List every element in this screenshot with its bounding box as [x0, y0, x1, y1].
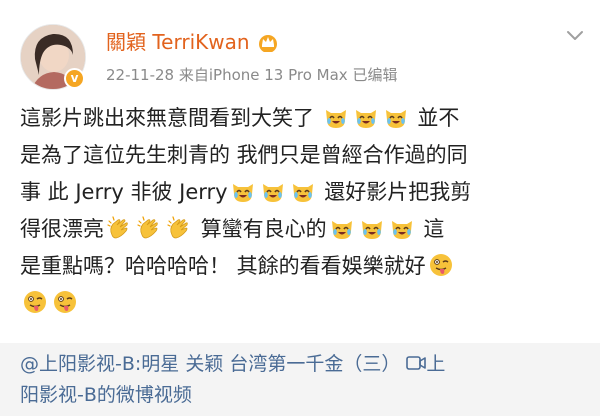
laughing-cat-emoji-icon [353, 104, 379, 130]
clapping-hands-emoji-icon [136, 215, 162, 241]
shared-link-text[interactable]: 上 [426, 353, 445, 375]
weibo-post-page: v 關穎 TerriKwan 22-11-28 来自iPhone 13 Pro … [0, 0, 600, 416]
laughing-cat-emoji-icon [290, 178, 316, 204]
content-text: 算蠻有良心的 [200, 217, 327, 241]
content-text: 並不 [417, 106, 460, 130]
post-content: 這影片跳出來無意間看到大笑了 並不 是為了這位先生刺青的 我們只是曾經合作過的同… [20, 100, 588, 322]
content-text: 得很漂亮 [20, 217, 104, 241]
laughing-cat-emoji-icon [389, 215, 415, 241]
username-row: 關穎 TerriKwan [106, 28, 280, 56]
chevron-down-icon[interactable] [564, 24, 586, 46]
laughing-cat-emoji-icon [329, 215, 355, 241]
winking-tongue-emoji-icon [22, 289, 48, 315]
post-meta: 22-11-28 来自iPhone 13 Pro Max 已编辑 [106, 66, 398, 84]
content-text: 是重點嗎？哈哈哈哈！ 其餘的看看娛樂就好 [20, 254, 426, 278]
winking-tongue-emoji-icon [428, 252, 454, 278]
laughing-cat-emoji-icon [260, 178, 286, 204]
content-text: 還好影片把我剪 [324, 180, 472, 204]
shared-link-line: @上阳影视-B:明星 关颖 台湾第一千金（三） 上 [20, 349, 580, 380]
video-icon [406, 351, 427, 370]
content-text: 是為了這位先生刺青的 我們只是曾經合作過的同 [20, 143, 468, 167]
post-header: v 關穎 TerriKwan 22-11-28 来自iPhone 13 Pro … [0, 0, 600, 95]
clapping-hands-emoji-icon [166, 215, 192, 241]
laughing-cat-emoji-icon [359, 215, 385, 241]
content-text: 這 [423, 217, 445, 241]
laughing-cat-emoji-icon [383, 104, 409, 130]
clapping-hands-emoji-icon [106, 215, 132, 241]
winking-tongue-emoji-icon [52, 289, 78, 315]
laughing-cat-emoji-icon [230, 178, 256, 204]
verified-badge-icon: v [64, 68, 85, 89]
crown-icon [256, 32, 280, 53]
username[interactable]: 關穎 TerriKwan [106, 28, 250, 56]
content-text: 事 此 Jerry 非彼 Jerry [20, 180, 228, 204]
shared-link-line: 阳影视-B的微博视频 [20, 380, 580, 411]
content-text: 這影片跳出來無意間看到大笑了 [20, 106, 314, 130]
shared-video-link[interactable]: @上阳影视-B:明星 关颖 台湾第一千金（三） 上 阳影视-B的微博视频 [0, 343, 600, 416]
shared-link-text[interactable]: 阳影视-B的微博视频 [20, 384, 192, 406]
shared-link-text[interactable]: @上阳影视-B:明星 关颖 台湾第一千金（三） [20, 353, 400, 375]
laughing-cat-emoji-icon [323, 104, 349, 130]
